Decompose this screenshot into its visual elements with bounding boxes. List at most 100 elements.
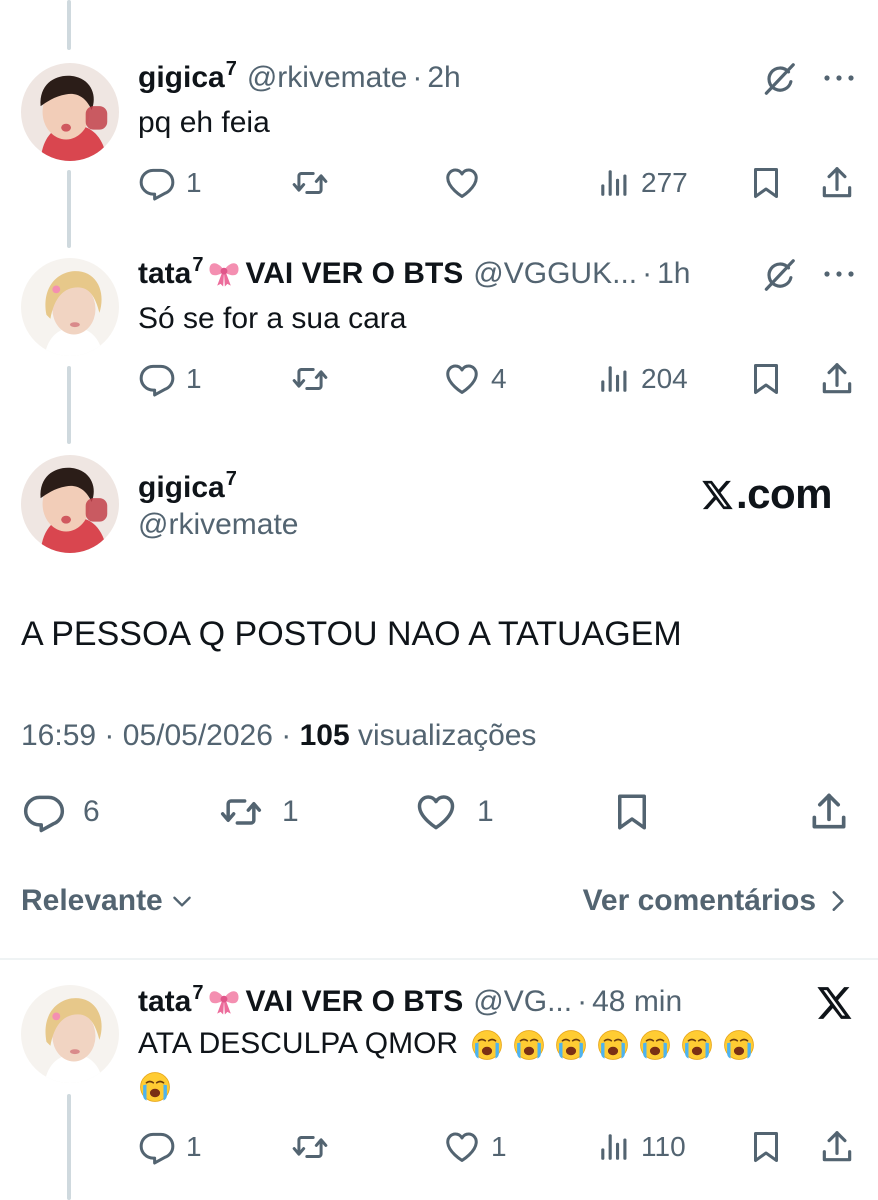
reply-button[interactable]: 1 [138,360,202,398]
bar-chart-icon [597,164,631,202]
retweet-icon [289,360,331,398]
avatar[interactable] [21,455,119,553]
loudly-crying-face-emoji [680,1028,714,1062]
tweet-text: Só se for a sua cara [138,302,407,335]
avatar[interactable] [21,258,119,356]
grok-slash-icon[interactable] [760,256,798,294]
tweet-text: pq eh feia [138,106,270,139]
like-count: 4 [491,363,507,394]
reply-count: 1 [186,1131,202,1162]
retweet-icon [289,164,331,202]
views-count: 105 [299,719,350,752]
reply-count: 1 [186,363,202,394]
bookmark-button[interactable] [611,790,653,834]
separator: · [281,719,292,752]
speech-bubble-icon [138,164,176,202]
more-dots-icon[interactable] [821,264,857,284]
author-name[interactable]: gigica7 [138,58,237,95]
chevron-right-icon [824,888,850,914]
tweet-date[interactable]: 05/05/2026 [123,719,273,752]
x-logo-icon [816,984,854,1022]
speech-bubble-icon [138,360,176,398]
like-button[interactable]: 4 [443,360,507,398]
thread-line-3 [67,1094,71,1200]
avatar[interactable] [21,63,119,161]
heart-icon [443,360,481,398]
loudly-crying-face-emoji [470,1028,504,1062]
author-name[interactable]: tata7 VAI VER O BTS [138,254,463,291]
avatar[interactable] [21,985,119,1083]
reply-3-header: tata7 VAI VER O BTS @VG... · 48 min [138,982,682,1019]
bookmark-button[interactable] [748,360,784,398]
like-button[interactable]: 1 [413,790,494,834]
grok-slash-icon[interactable] [760,60,798,98]
view-replies-link[interactable]: Ver comentários [583,884,850,918]
author-name[interactable]: tata7 VAI VER O BTS [138,982,463,1019]
share-button[interactable] [818,1128,856,1166]
reply-button[interactable]: 1 [138,164,202,202]
divider [0,958,878,960]
retweet-button[interactable] [289,164,331,202]
emoji-row [470,1028,756,1062]
pink-bow-emoji [204,255,244,289]
author-handle[interactable]: @rkivemate [138,508,299,542]
retweet-button[interactable]: 1 [216,790,299,834]
pink-bow-emoji [204,983,244,1017]
loudly-crying-face-emoji [596,1028,630,1062]
share-upload-icon [806,790,852,834]
reply-2-header: tata7 VAI VER O BTS @VGGUK... · 1h [138,254,691,291]
separator: · [577,985,588,1018]
author-handle[interactable]: @rkivemate [247,61,408,95]
sort-label: Relevante [21,884,163,917]
tweet-text: A PESSOA Q POSTOU NAO A TATUAGEM [21,615,682,653]
author-handle[interactable]: @VG... [473,985,572,1019]
views-count: 277 [641,167,688,198]
retweet-button[interactable] [289,360,331,398]
share-button[interactable] [818,164,856,202]
share-upload-icon [818,1128,856,1166]
reply-button[interactable]: 1 [138,1128,202,1166]
view-replies-label: Ver comentários [582,884,816,917]
views-count: 204 [641,363,688,394]
thread-line-2 [67,366,71,444]
thread-line-1 [67,170,71,248]
separator: · [412,61,423,94]
author-handle[interactable]: @VGGUK... [473,257,637,291]
tweet-text: ATA DESCULPA QMOR [138,1027,756,1062]
like-button[interactable] [443,164,481,202]
heart-icon [443,1128,481,1166]
views-button[interactable]: 110 [597,1128,686,1166]
chevron-down-icon [169,888,195,914]
views-button[interactable]: 277 [597,164,688,202]
emoji-row-wrap [138,1070,172,1109]
bookmark-icon [748,360,784,398]
timestamp[interactable]: 2h [427,61,460,95]
sort-dropdown[interactable]: Relevante [21,884,195,918]
thread-line-top [67,0,71,50]
bar-chart-icon [597,360,631,398]
timestamp[interactable]: 48 min [592,985,682,1019]
like-count: 1 [477,795,494,828]
more-dots-icon[interactable] [821,68,857,88]
speech-bubble-icon [138,1128,176,1166]
reply-button[interactable]: 6 [21,790,100,834]
like-button[interactable]: 1 [443,1128,507,1166]
bookmark-button[interactable] [748,164,784,202]
loudly-crying-face-emoji [638,1028,672,1062]
loudly-crying-face-emoji [512,1028,546,1062]
tweet-time[interactable]: 16:59 [21,719,96,752]
like-count: 1 [491,1131,507,1162]
tweet-meta: 16:59 · 05/05/2026 · 105 visualizações [21,719,536,753]
timestamp[interactable]: 1h [657,257,690,291]
share-button[interactable] [806,790,852,834]
views-button[interactable]: 204 [597,360,688,398]
reply-count: 6 [83,795,100,828]
loudly-crying-face-emoji [138,1070,172,1104]
author-name[interactable]: gigica7 [138,468,237,505]
share-upload-icon [818,360,856,398]
heart-icon [443,164,481,202]
share-button[interactable] [818,360,856,398]
bookmark-button[interactable] [748,1128,784,1166]
views-label: visualizações [358,719,537,752]
retweet-button[interactable] [289,1128,331,1166]
